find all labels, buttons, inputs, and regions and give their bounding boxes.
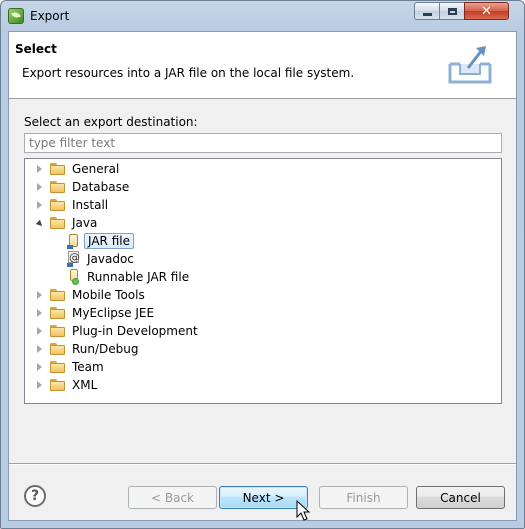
folder-icon xyxy=(50,198,66,212)
maximize-icon xyxy=(447,7,457,15)
expand-arrow-icon[interactable] xyxy=(33,304,45,322)
folder-icon xyxy=(50,288,66,302)
help-button[interactable]: ? xyxy=(24,485,46,507)
javadoc-icon xyxy=(67,251,81,267)
tree-item-mobile-tools[interactable]: Mobile Tools xyxy=(33,286,147,304)
expand-arrow-icon[interactable] xyxy=(33,358,45,376)
expand-arrow-icon[interactable] xyxy=(33,196,45,214)
expand-arrow-icon[interactable] xyxy=(33,160,45,178)
help-icon: ? xyxy=(30,488,40,504)
back-button[interactable]: < Back xyxy=(128,486,217,509)
destination-label: Select an export destination: xyxy=(24,115,198,129)
expand-arrow-icon[interactable] xyxy=(33,376,45,394)
folder-icon xyxy=(50,360,66,374)
expand-arrow-icon[interactable] xyxy=(33,322,45,340)
tree-item-xml[interactable]: XML xyxy=(33,376,99,394)
expand-arrow-icon[interactable] xyxy=(33,178,45,196)
folder-icon xyxy=(50,342,66,356)
tree-item-label: Team xyxy=(72,360,104,374)
tree-item-myeclipse-jee[interactable]: MyEclipse JEE xyxy=(33,304,156,322)
tree-item-database[interactable]: Database xyxy=(33,178,131,196)
tree-item-label: General xyxy=(72,162,120,176)
tree-item-plug-in-development[interactable]: Plug-in Development xyxy=(33,322,200,340)
folder-icon xyxy=(50,324,66,338)
tree-item-label: Run/Debug xyxy=(72,342,139,356)
close-icon: ✕ xyxy=(481,3,492,19)
page-description: Export resources into a JAR file on the … xyxy=(22,66,355,80)
jar-file-icon xyxy=(67,233,81,249)
folder-icon xyxy=(50,306,66,320)
finish-button[interactable]: Finish xyxy=(319,486,408,509)
export-illustration-icon xyxy=(448,46,492,84)
tree-item-java[interactable]: Java xyxy=(33,214,99,232)
cancel-button[interactable]: Cancel xyxy=(416,486,505,509)
tree-item-runnable-jar-file[interactable]: Runnable JAR file xyxy=(63,268,191,286)
tree-item-label: XML xyxy=(72,378,98,392)
window-title: Export xyxy=(30,9,70,23)
folder-icon xyxy=(50,216,66,230)
tree-item-label: Java xyxy=(72,216,98,230)
next-button[interactable]: Next > xyxy=(219,486,308,509)
tree-item-install[interactable]: Install xyxy=(33,196,110,214)
collapse-arrow-icon[interactable] xyxy=(33,214,45,232)
tree-item-label: Plug-in Development xyxy=(72,324,198,338)
folder-icon xyxy=(50,180,66,194)
tree-item-jar-file[interactable]: JAR file xyxy=(63,232,134,250)
export-dialog-window: Export ✕ Select Export resources into a … xyxy=(0,0,525,529)
tree-item-general[interactable]: General xyxy=(33,160,121,178)
wizard-body: Select an export destination: General Dat… xyxy=(9,99,516,479)
footer-separator xyxy=(9,463,516,465)
expand-arrow-icon[interactable] xyxy=(33,286,45,304)
folder-icon xyxy=(50,162,66,176)
close-button[interactable]: ✕ xyxy=(464,2,509,20)
eclipse-app-icon xyxy=(8,8,24,24)
tree-item-label: Database xyxy=(72,180,130,194)
tree-item-label: MyEclipse JEE xyxy=(72,306,155,320)
maximize-button[interactable] xyxy=(439,2,465,20)
runnable-jar-icon xyxy=(67,269,81,285)
tree-item-label: Mobile Tools xyxy=(72,288,145,302)
tree-item-label: Runnable JAR file xyxy=(87,270,190,284)
folder-icon xyxy=(50,378,66,392)
tree-item-run-debug[interactable]: Run/Debug xyxy=(33,340,141,358)
tree-item-label: Javadoc xyxy=(87,252,134,266)
wizard-header: Select Export resources into a JAR file … xyxy=(9,32,516,99)
dialog-client-area: Select Export resources into a JAR file … xyxy=(8,31,517,521)
mouse-cursor-icon xyxy=(296,500,311,521)
filter-input[interactable] xyxy=(24,133,502,153)
tree-item-team[interactable]: Team xyxy=(33,358,106,376)
minimize-icon xyxy=(422,12,432,16)
tree-item-label: JAR file xyxy=(84,233,134,249)
minimize-button[interactable] xyxy=(414,2,440,20)
tree-item-label: Install xyxy=(72,198,109,212)
tree-item-javadoc[interactable]: Javadoc xyxy=(63,250,136,268)
title-bar[interactable]: Export ✕ xyxy=(1,1,524,31)
expand-arrow-icon[interactable] xyxy=(33,340,45,358)
page-title: Select xyxy=(15,42,57,56)
export-destination-tree[interactable]: General Database Install Java JAR file Javado… xyxy=(24,158,502,404)
